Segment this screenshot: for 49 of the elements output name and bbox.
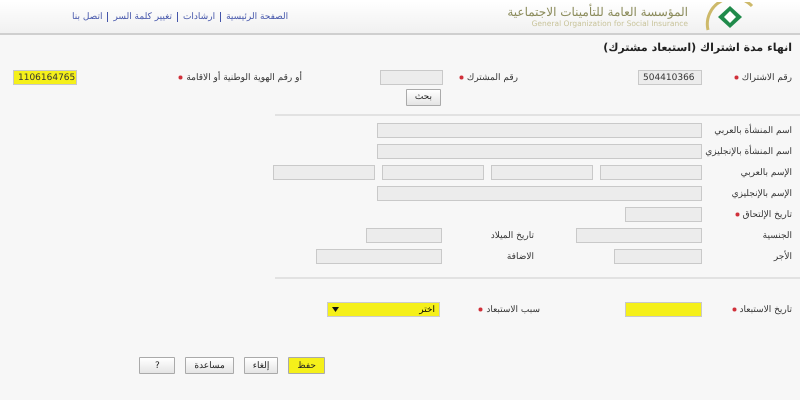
input-field[interactable]: 504410366 xyxy=(638,70,702,85)
input-field[interactable] xyxy=(377,123,702,138)
nav-link[interactable]: ارشادات xyxy=(182,12,216,22)
input-field[interactable] xyxy=(576,228,702,243)
required-icon xyxy=(734,212,740,216)
page-title: انهاء مدة اشتراك (استبعاد مشترك) xyxy=(602,40,793,55)
field-label: أو رقم الهوية الوطنية أو الاقامة xyxy=(186,72,302,82)
required-icon xyxy=(178,74,184,80)
nav-link[interactable]: الصفحة الرئيسية xyxy=(226,12,288,22)
input-field[interactable] xyxy=(273,165,375,180)
field-label: سبب الاستبعاد xyxy=(486,304,540,314)
field-label: اسم المنشأة بالعربي xyxy=(714,126,792,136)
search-button[interactable]: بحث xyxy=(406,88,441,106)
input-field[interactable] xyxy=(366,228,442,243)
input-field[interactable] xyxy=(614,249,702,264)
input-field[interactable]: 1106164765 xyxy=(13,70,77,85)
date-field[interactable] xyxy=(625,302,702,317)
input-field[interactable] xyxy=(491,165,593,180)
action-button[interactable]: إلغاء xyxy=(244,357,278,374)
required-icon xyxy=(458,74,464,80)
input-field[interactable] xyxy=(377,186,702,201)
input-field[interactable] xyxy=(382,165,484,180)
field-label: الأجر xyxy=(774,252,792,262)
field-label: الإسم بالعربي xyxy=(740,168,792,178)
field-label: اسم المنشأة بالإنجليزي xyxy=(705,146,792,156)
nav-link[interactable]: اتصل بنا xyxy=(72,12,102,22)
field-label: الإسم بالإنجليزي xyxy=(732,188,792,198)
input-field[interactable] xyxy=(377,144,702,159)
action-button[interactable]: حفظ xyxy=(288,357,325,374)
input-field[interactable] xyxy=(625,207,702,222)
organization-name: المؤسسة العامة للتأمينات الاجتماعية xyxy=(506,5,688,19)
input-field[interactable] xyxy=(600,165,702,180)
caret-icon xyxy=(332,307,339,312)
required-icon xyxy=(734,74,739,80)
field-label: رقم المشترك xyxy=(466,72,518,82)
input-field[interactable] xyxy=(316,249,442,264)
field-label: تاريخ الإلتحاق xyxy=(742,210,792,220)
required-icon xyxy=(478,306,484,312)
input-field[interactable] xyxy=(380,70,443,85)
field-label: تاريخ الميلاد xyxy=(490,230,534,240)
field-label: تاريخ الاستبعاد xyxy=(740,304,792,314)
action-button[interactable]: مساعدة xyxy=(185,357,234,374)
field-label: رقم الاشتراك xyxy=(742,72,792,82)
reason-dropdown[interactable]: اختر xyxy=(327,302,440,317)
field-label: الاضافة xyxy=(506,252,534,262)
nav-link[interactable]: تغيير كلمة السر xyxy=(113,12,172,22)
field-label: الجنسية xyxy=(762,230,792,240)
required-icon xyxy=(732,306,737,312)
help-button[interactable]: ? xyxy=(139,357,176,374)
